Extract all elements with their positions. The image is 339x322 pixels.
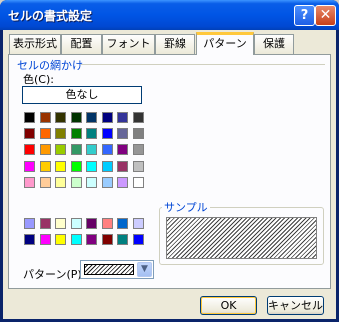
pattern-dropdown[interactable]: ▼: [80, 260, 154, 279]
dialog-body: 表示形式 配置 フォント 罫線 パターン 保護 セルの網かけ 色(C): 色なし…: [3, 30, 336, 319]
chart-color-swatch[interactable]: [117, 218, 128, 229]
close-button[interactable]: ✕: [315, 5, 336, 26]
chart-color-swatch[interactable]: [39, 234, 51, 246]
color-swatch[interactable]: [132, 176, 144, 188]
tab-number-format[interactable]: 表示形式: [9, 34, 61, 54]
color-swatch[interactable]: [24, 160, 35, 172]
chart-color-swatch[interactable]: [101, 234, 113, 246]
color-swatch[interactable]: [86, 112, 97, 123]
color-swatch[interactable]: [55, 160, 66, 172]
chart-color-swatch[interactable]: [86, 218, 97, 229]
color-swatch[interactable]: [101, 160, 113, 172]
color-swatch[interactable]: [70, 144, 82, 156]
color-swatch[interactable]: [117, 144, 128, 156]
pattern-preview-swatch: [84, 264, 134, 275]
chart-color-swatch[interactable]: [24, 234, 35, 246]
title-bar[interactable]: セルの書式設定 ? ✕: [0, 0, 339, 30]
color-swatch[interactable]: [39, 160, 51, 172]
color-swatch[interactable]: [117, 176, 128, 188]
chart-color-swatch[interactable]: [132, 234, 144, 246]
ok-button[interactable]: OK: [200, 296, 257, 315]
color-swatch[interactable]: [39, 112, 51, 123]
tab-protection[interactable]: 保護: [254, 34, 294, 54]
color-swatch[interactable]: [24, 112, 35, 123]
chart-color-swatch[interactable]: [24, 218, 35, 229]
sample-preview: [166, 217, 317, 259]
dropdown-arrow-button[interactable]: ▼: [137, 262, 152, 277]
color-swatch[interactable]: [132, 112, 144, 123]
cancel-button[interactable]: キャンセル: [267, 296, 324, 315]
color-swatch[interactable]: [101, 176, 113, 188]
color-swatch[interactable]: [70, 128, 82, 140]
color-swatch[interactable]: [117, 112, 128, 123]
chart-color-swatch[interactable]: [70, 234, 82, 246]
tab-border[interactable]: 罫線: [155, 34, 195, 54]
color-swatch[interactable]: [117, 160, 128, 172]
color-swatch[interactable]: [86, 176, 97, 188]
color-swatch[interactable]: [24, 176, 35, 188]
color-swatch[interactable]: [132, 160, 144, 172]
color-swatch[interactable]: [70, 160, 82, 172]
color-swatch[interactable]: [86, 128, 97, 140]
chart-color-swatch[interactable]: [39, 218, 51, 229]
format-cells-dialog: セルの書式設定 ? ✕ 表示形式 配置 フォント 罫線 パターン 保護 セルの網…: [0, 0, 339, 322]
chart-color-swatch[interactable]: [86, 234, 97, 246]
color-swatch[interactable]: [70, 176, 82, 188]
help-icon: ?: [300, 8, 309, 23]
color-swatch[interactable]: [86, 144, 97, 156]
chart-color-swatch[interactable]: [117, 234, 128, 246]
chart-color-swatch[interactable]: [70, 218, 82, 229]
color-swatch[interactable]: [132, 128, 144, 140]
color-swatch[interactable]: [24, 144, 35, 156]
no-color-button[interactable]: 色なし: [22, 86, 142, 104]
window-title: セルの書式設定: [8, 9, 93, 23]
group-divider: [81, 64, 325, 65]
color-swatch[interactable]: [39, 176, 51, 188]
pattern-label: パターン(P):: [23, 268, 86, 281]
color-swatch[interactable]: [55, 128, 66, 140]
tab-patterns[interactable]: パターン: [196, 32, 254, 55]
color-swatch[interactable]: [55, 112, 66, 123]
sample-label: サンプル: [162, 199, 210, 215]
color-swatch[interactable]: [24, 128, 35, 140]
color-swatch[interactable]: [39, 144, 51, 156]
chart-color-swatch[interactable]: [132, 218, 144, 229]
color-swatch[interactable]: [132, 144, 144, 156]
color-swatch[interactable]: [39, 128, 51, 140]
color-label: 色(C):: [23, 73, 54, 86]
patterns-panel: セルの網かけ 色(C): 色なし サンプル パターン(P): ▼: [8, 54, 331, 289]
color-swatch[interactable]: [117, 128, 128, 140]
close-icon: ✕: [319, 7, 332, 23]
tab-font[interactable]: フォント: [102, 34, 155, 54]
color-swatch[interactable]: [101, 112, 113, 123]
chevron-down-icon: ▼: [141, 264, 148, 274]
tab-alignment[interactable]: 配置: [61, 34, 102, 54]
chart-color-swatch[interactable]: [55, 234, 66, 246]
chart-color-swatch[interactable]: [55, 218, 66, 229]
help-button[interactable]: ?: [294, 5, 315, 26]
color-swatch[interactable]: [101, 144, 113, 156]
color-swatch[interactable]: [55, 176, 66, 188]
color-swatch[interactable]: [70, 112, 82, 123]
color-swatch[interactable]: [101, 128, 113, 140]
chart-color-swatch[interactable]: [101, 218, 113, 229]
color-swatch[interactable]: [86, 160, 97, 172]
color-swatch[interactable]: [55, 144, 66, 156]
